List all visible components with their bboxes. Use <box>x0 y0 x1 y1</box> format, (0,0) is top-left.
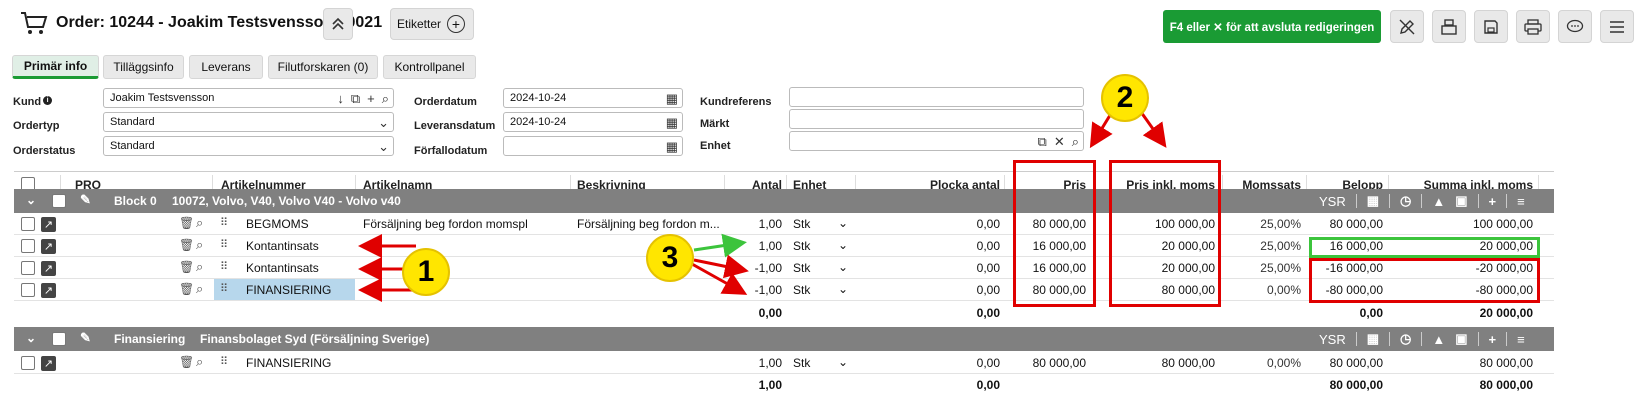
callout-3: 3 <box>646 234 694 282</box>
arrows-callout-3 <box>691 233 749 295</box>
callout-1: 1 <box>402 248 450 296</box>
annotation-arrows <box>358 111 1167 302</box>
callout-2: 2 <box>1101 74 1149 122</box>
